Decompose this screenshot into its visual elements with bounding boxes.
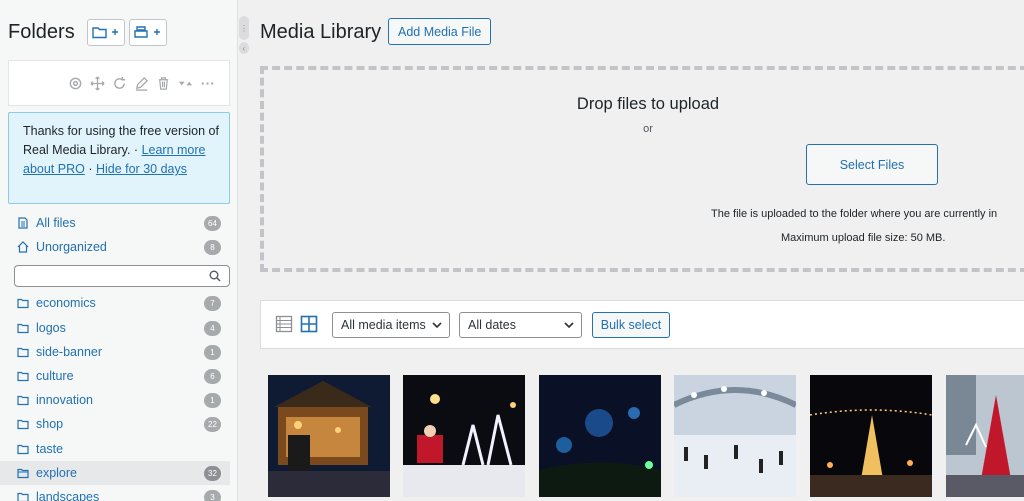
- select-files-button[interactable]: Select Files: [806, 144, 938, 185]
- page-title: Media Library: [260, 21, 382, 43]
- folder-count: 3: [204, 490, 221, 501]
- folder-label: side-banner: [36, 345, 103, 359]
- folder-count: 22: [204, 417, 221, 432]
- folder-item[interactable]: logos 4: [0, 316, 230, 340]
- add-folder-button[interactable]: [86, 18, 125, 46]
- grid-view-icon[interactable]: [300, 315, 318, 333]
- media-type-value: All media items: [341, 318, 426, 332]
- folder-icon: [17, 346, 29, 358]
- date-value: All dates: [468, 318, 516, 332]
- media-thumbnail[interactable]: [268, 375, 390, 497]
- folder-icon: [17, 370, 29, 382]
- media-thumbnail[interactable]: [810, 375, 932, 497]
- pro-notice: Thanks for using the free version of Rea…: [8, 112, 230, 204]
- list-view-icon[interactable]: [275, 315, 293, 333]
- folder-icon: [17, 297, 29, 309]
- folder-item[interactable]: economics 7: [0, 291, 230, 315]
- move-icon[interactable]: [89, 75, 105, 91]
- unorganized-item[interactable]: Unorganized 8: [0, 235, 230, 259]
- folder-label: logos: [36, 321, 66, 335]
- folder-icon: [17, 491, 29, 501]
- folder-item[interactable]: shop 22: [0, 412, 230, 436]
- max-upload-size: Maximum upload file size: 50 MB.: [781, 232, 946, 244]
- search-icon[interactable]: [209, 270, 221, 282]
- sidebar-resizer[interactable]: ⋮ ‹: [238, 16, 250, 56]
- folder-count: 4: [204, 321, 221, 336]
- folder-icon: [17, 443, 29, 455]
- folder-label: shop: [36, 417, 64, 431]
- folder-item[interactable]: landscapes 3: [0, 485, 230, 501]
- all-files-count: 64: [204, 216, 221, 231]
- media-thumbnail[interactable]: [403, 375, 525, 497]
- folder-icon: [17, 467, 29, 479]
- folder-item[interactable]: side-banner 1: [0, 340, 230, 364]
- media-thumbnail[interactable]: [946, 375, 1024, 497]
- folder-count: 6: [204, 369, 221, 384]
- trash-icon[interactable]: [155, 75, 171, 91]
- folder-count: 7: [204, 296, 221, 311]
- media-thumbnail[interactable]: [539, 375, 661, 497]
- drag-handle-icon[interactable]: ⋮: [239, 16, 249, 40]
- media-type-select[interactable]: All media items: [332, 312, 450, 338]
- folder-item[interactable]: culture 6: [0, 364, 230, 388]
- folder-toolbar: [8, 60, 230, 106]
- chevron-down-icon: [564, 322, 574, 329]
- hide-notice-link[interactable]: Hide for 30 days: [96, 162, 187, 176]
- notice-separator: ·: [84, 162, 96, 176]
- settings-icon[interactable]: [67, 75, 83, 91]
- folders-sidebar: Folders Thanks for using the free versio…: [0, 0, 238, 501]
- sort-icon[interactable]: [177, 75, 193, 91]
- dropzone-or: or: [643, 123, 653, 135]
- bulk-select-button[interactable]: Bulk select: [592, 312, 670, 338]
- more-icon[interactable]: [199, 75, 215, 91]
- add-folder-icon: [92, 27, 118, 39]
- folder-label: explore: [36, 466, 77, 480]
- folder-label: taste: [36, 442, 64, 456]
- folder-count: 32: [204, 466, 221, 481]
- refresh-icon[interactable]: [111, 75, 127, 91]
- folder-search-input[interactable]: [15, 266, 205, 286]
- media-thumbnail[interactable]: [674, 375, 796, 497]
- folder-icon: [17, 322, 29, 334]
- home-icon: [17, 241, 29, 253]
- add-media-file-button[interactable]: Add Media File: [388, 18, 492, 45]
- add-collection-button[interactable]: [128, 18, 167, 46]
- sidebar-title: Folders: [8, 20, 75, 43]
- folder-label: innovation: [36, 393, 93, 407]
- folder-label: culture: [36, 369, 74, 383]
- folder-count: 1: [204, 393, 221, 408]
- collapse-icon[interactable]: ‹: [239, 42, 249, 54]
- folder-item-active[interactable]: explore 32: [0, 461, 230, 485]
- folder-icon: [17, 418, 29, 430]
- sidebar-header: Folders: [8, 18, 167, 46]
- all-files-label: All files: [36, 216, 76, 230]
- folder-count: 1: [204, 345, 221, 360]
- edit-icon[interactable]: [133, 75, 149, 91]
- dropzone-title: Drop files to upload: [576, 95, 720, 113]
- folder-icon: [17, 394, 29, 406]
- chevron-down-icon: [432, 322, 442, 329]
- folder-label: landscapes: [36, 490, 100, 501]
- upload-folder-info: The file is uploaded to the folder where…: [711, 208, 998, 220]
- add-collection-icon: [134, 26, 160, 38]
- unorganized-label: Unorganized: [36, 240, 107, 254]
- folder-label: economics: [36, 296, 96, 310]
- all-files-item[interactable]: All files 64: [0, 211, 230, 235]
- folder-item[interactable]: innovation 1: [0, 388, 230, 412]
- unorganized-count: 8: [204, 240, 221, 255]
- date-select[interactable]: All dates: [459, 312, 582, 338]
- files-icon: [17, 217, 29, 229]
- folder-item[interactable]: taste: [0, 437, 230, 461]
- folder-search: [14, 265, 230, 287]
